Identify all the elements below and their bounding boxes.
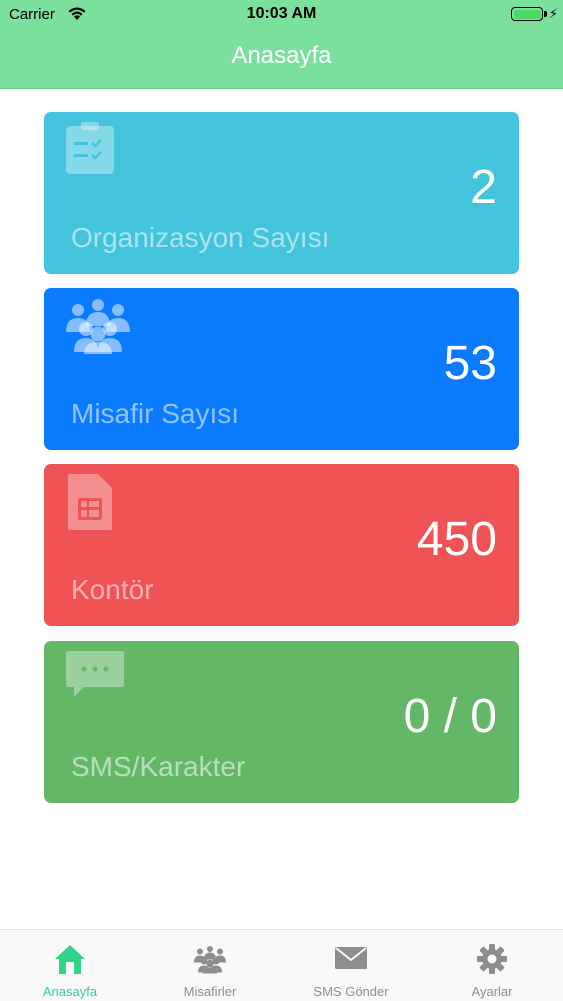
tab-settings[interactable]: Ayarlar: [422, 930, 562, 1001]
tab-guests-label: Misafirler: [183, 984, 237, 999]
sms-character-card[interactable]: 0 / 0 SMS/Karakter: [44, 641, 519, 803]
people-group-icon: [64, 296, 132, 359]
organization-count-card[interactable]: 2 Organizasyon Sayısı: [44, 112, 519, 274]
charging-icon: ⚡: [548, 6, 558, 21]
page-title: Anasayfa: [231, 42, 332, 69]
tab-settings-label: Ayarlar: [471, 984, 513, 999]
people-group-icon: [193, 943, 227, 980]
tab-send-sms[interactable]: SMS Gönder: [281, 930, 421, 1001]
gear-icon: [476, 943, 508, 980]
status-bar: Carrier 10:03 AM ⚡: [0, 0, 563, 30]
battery-tip: [544, 11, 547, 17]
tab-bar: Anasayfa Misafirler SMS Gönder Ayarlar: [0, 929, 563, 1001]
sms-character-value: 0 / 0: [403, 690, 497, 743]
chat-bubble-icon: [64, 649, 126, 704]
envelope-icon: [334, 943, 368, 978]
guest-count-card[interactable]: 53 Misafir Sayısı: [44, 288, 519, 450]
battery-icon: [511, 7, 543, 21]
credit-card[interactable]: 450 Kontör: [44, 464, 519, 626]
navigation-bar: Carrier 10:03 AM ⚡ Anasayfa: [0, 0, 563, 89]
credit-label: Kontör: [71, 574, 154, 605]
tab-send-sms-label: SMS Gönder: [313, 984, 389, 999]
credit-value: 450: [416, 513, 497, 566]
tab-home[interactable]: Anasayfa: [0, 930, 140, 1001]
sms-character-label: SMS/Karakter: [71, 751, 246, 782]
clipboard-checklist-icon: [64, 120, 116, 181]
home-icon: [54, 943, 86, 980]
clock: 10:03 AM: [246, 5, 317, 22]
tab-home-label: Anasayfa: [42, 984, 98, 999]
organization-count-value: 2: [470, 161, 497, 214]
guest-count-value: 53: [443, 337, 497, 390]
sim-card-icon: [64, 472, 116, 537]
organization-count-label: Organizasyon Sayısı: [71, 222, 330, 253]
guest-count-label: Misafir Sayısı: [71, 398, 240, 429]
tab-guests[interactable]: Misafirler: [140, 930, 280, 1001]
